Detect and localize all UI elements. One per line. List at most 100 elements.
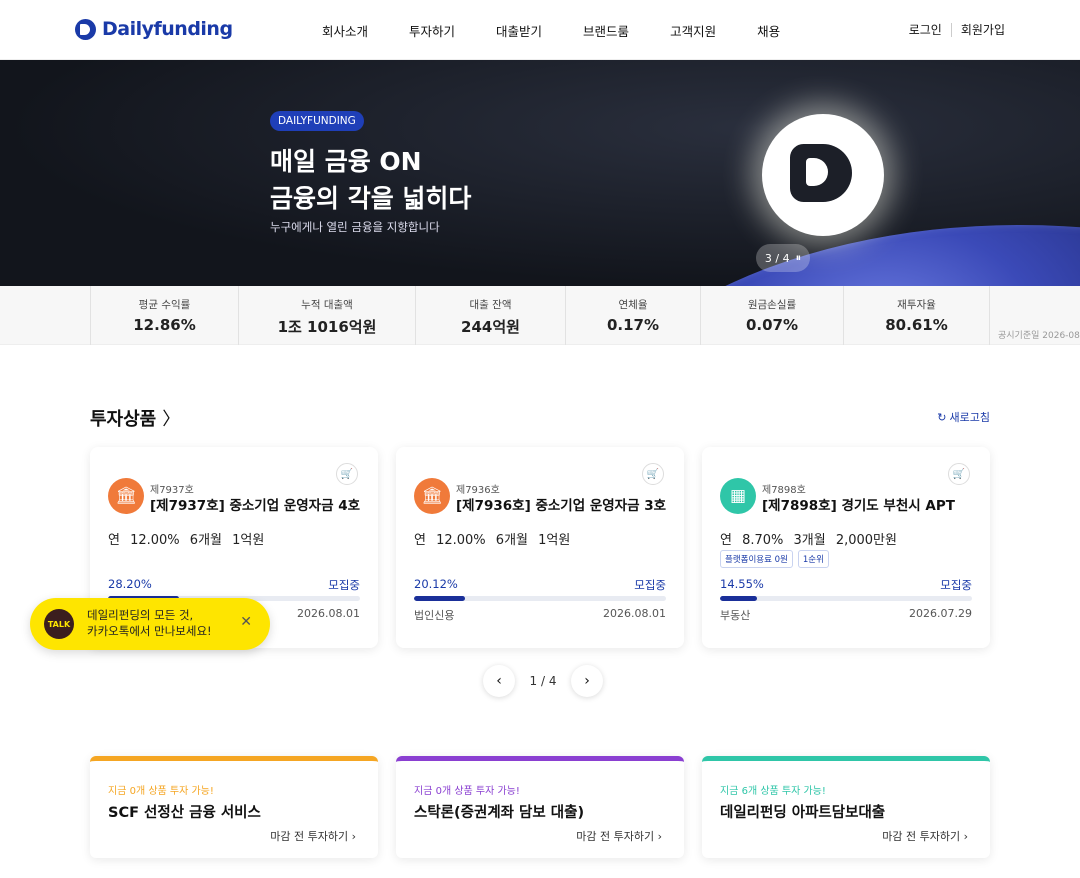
status-badge: 모집중 [940,578,972,592]
hero-subtitle: 누구에게나 열린 금융을 지향합니다 [270,220,440,234]
kakao-message: 데일리펀딩의 모든 것, 카카오톡에서 만나보세요! [87,607,212,639]
funding-percent: 20.12% [414,577,458,591]
kakao-line1: 데일리펀딩의 모든 것, [87,608,194,622]
invest-link[interactable]: 마감 전 투자하기 › [576,828,662,844]
logo-icon [75,18,96,40]
cart-icon[interactable]: 🛒 [642,463,664,485]
product-type: 법인신용 [414,609,455,622]
d-logo-icon [790,144,852,202]
funding-percent: 14.55% [720,577,764,591]
stat-value: 80.61% [885,316,948,334]
close-icon[interactable]: ✕ [240,614,252,630]
chevron-right-icon: 〉 [162,409,181,430]
stats-bar: 평균 수익률 12.86% 누적 대출액 1조 1016억원 대출 잔액 244… [0,286,1080,345]
product-card[interactable]: 🛒 ▦ 제7898호 [제7898호] 경기도 부천시 APT 연 8.70% … [702,447,990,648]
tag-platform-fee: 플랫폼이용료 0원 [720,550,793,568]
bank-icon: 🏛 [108,478,144,514]
stat-label: 평균 수익률 [138,299,191,311]
bank-icon: 🏛 [414,478,450,514]
disclosure-date: 공시기준일 2026-08- [998,331,1080,341]
product-type: 부동산 [720,609,751,622]
nav-careers[interactable]: 채용 [757,21,780,40]
product-title: [제7936호] 중소기업 운영자금 3호 [456,498,667,514]
nav-support[interactable]: 고객지원 [670,21,716,40]
product-tags: 플랫폼이용료 0원 1순위 [720,550,829,568]
kakao-talk-icon: TALK [44,609,74,639]
hero-title-line2: 금융의 각을 넓히다 [270,184,472,213]
stat-label: 원금손실률 [747,299,797,311]
service-card-stockloan[interactable]: 지금 0개 상품 투자 가능! 스탁론(증권계좌 담보 대출) 마감 전 투자하… [396,756,684,858]
refresh-label: 새로고침 [949,411,990,424]
stat-label: 누적 대출액 [301,299,353,311]
stat-total-loan: 누적 대출액 1조 1016억원 [238,286,415,345]
progress-fill [414,596,465,601]
service-availability: 지금 0개 상품 투자 가능! [414,786,520,797]
service-availability: 지금 6개 상품 투자 가능! [720,786,826,797]
prev-page-button[interactable]: ‹ [483,665,515,697]
stat-value: 244억원 [461,318,520,336]
service-card-apartment[interactable]: 지금 6개 상품 투자 가능! 데일리펀딩 아파트담보대출 마감 전 투자하기 … [702,756,990,858]
product-date: 2026.07.29 [909,607,972,620]
nav-company[interactable]: 회사소개 [322,21,368,40]
stat-label: 재투자율 [897,299,936,311]
stat-reinvest: 재투자율 80.61% [843,286,990,345]
product-terms: 연 8.70% 3개월 2,000만원 [720,533,897,548]
product-date: 2026.08.01 [297,607,360,620]
stat-delinquency: 연체율 0.17% [565,286,700,345]
stat-value: 0.07% [745,316,799,334]
main-nav: 회사소개 투자하기 대출받기 브랜드룸 고객지원 채용 [322,21,780,40]
products-title[interactable]: 투자상품 〉 [90,405,180,431]
signup-link[interactable]: 회원가입 [961,21,1005,38]
product-pagination: ‹ 1 / 4 › [483,665,603,697]
invest-link[interactable]: 마감 전 투자하기 › [882,828,968,844]
service-availability: 지금 0개 상품 투자 가능! [108,786,214,797]
cart-icon[interactable]: 🛒 [948,463,970,485]
stat-value: 12.86% [133,316,196,334]
cart-icon[interactable]: 🛒 [336,463,358,485]
product-terms: 연 12.00% 6개월 1억원 [108,533,265,548]
logo[interactable]: Dailyfunding [75,18,233,40]
next-page-button[interactable]: › [571,665,603,697]
refresh-button[interactable]: ↻ 새로고침 [937,409,990,425]
stat-value: 0.17% [606,316,660,334]
hero-banner[interactable]: DAILYFUNDING 매일 금융 ON 금융의 각을 넓히다 누구에게나 열… [0,60,1080,286]
status-badge: 모집중 [634,578,666,592]
building-icon: ▦ [720,478,756,514]
stat-avg-return: 평균 수익률 12.86% [90,286,238,345]
stat-value: 1조 1016억원 [277,318,377,336]
funding-percent: 28.20% [108,577,152,591]
page-indicator: 1 / 4 [529,674,557,688]
product-date: 2026.08.01 [603,607,666,620]
chevron-right-icon: › [584,673,590,689]
product-terms: 연 12.00% 6개월 1억원 [414,533,571,548]
tag-priority: 1순위 [797,550,829,568]
service-card-scf[interactable]: 지금 0개 상품 투자 가능! SCF 선정산 금융 서비스 마감 전 투자하기… [90,756,378,858]
product-title: [제7937호] 중소기업 운영자금 4호 [150,498,361,514]
product-card[interactable]: 🛒 🏛 제7936호 [제7936호] 중소기업 운영자금 3호 연 12.00… [396,447,684,648]
progress-bar [720,596,972,601]
products-title-text: 투자상품 [90,409,157,430]
progress-fill [720,596,757,601]
site-header: Dailyfunding 회사소개 투자하기 대출받기 브랜드룸 고객지원 채용… [0,0,1080,60]
slide-pager[interactable]: 3 / 4 ⏸ [756,244,810,272]
auth-links: 로그인 회원가입 [909,21,1005,38]
hero-title-line1: 매일 금융 ON [270,147,422,176]
service-title: 스탁론(증권계좌 담보 대출) [414,805,585,821]
pause-icon[interactable]: ⏸ [796,251,802,265]
stat-label: 연체율 [618,299,648,311]
progress-bar [414,596,666,601]
kakao-popup[interactable]: TALK 데일리펀딩의 모든 것, 카카오톡에서 만나보세요! ✕ [30,598,270,650]
service-title: SCF 선정산 금융 서비스 [108,805,261,821]
login-link[interactable]: 로그인 [909,21,942,38]
nav-invest[interactable]: 투자하기 [409,21,455,40]
brand-name: Dailyfunding [102,18,233,40]
invest-link[interactable]: 마감 전 투자하기 › [270,828,356,844]
kakao-line2: 카카오톡에서 만나보세요! [87,624,212,638]
refresh-icon: ↻ [937,410,947,424]
hero-badge: DAILYFUNDING [270,111,364,131]
nav-loan[interactable]: 대출받기 [496,21,542,40]
stat-label: 대출 잔액 [469,299,512,311]
nav-brandroom[interactable]: 브랜드룸 [583,21,629,40]
chevron-left-icon: ‹ [496,673,502,689]
service-title: 데일리펀딩 아파트담보대출 [720,805,886,821]
